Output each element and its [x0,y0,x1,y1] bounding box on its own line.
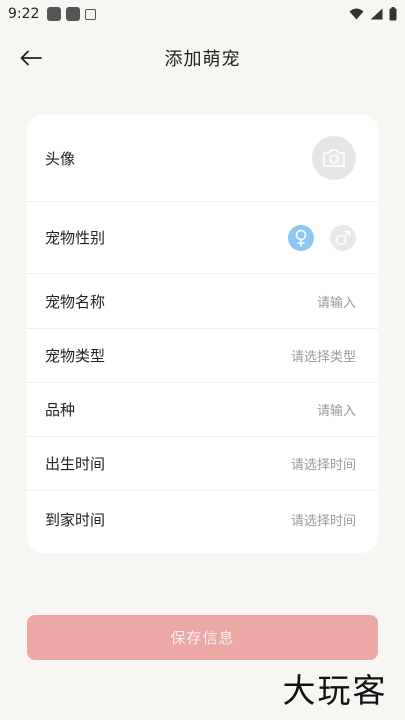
male-icon [335,230,351,245]
gender-label: 宠物性别 [45,229,106,247]
camera-icon [323,149,345,167]
avatar-upload-button[interactable] [312,136,356,180]
nav-bar: 添加萌宠 [0,30,405,86]
notification-icon [66,7,81,21]
birth-date-picker[interactable]: 请选择时间 [291,454,356,473]
save-button[interactable]: 保存信息 [27,615,378,660]
pet-form-card: 头像 宠物性别 宠物名称 请输入 宠物类型 请选择类型 品种 请输入 出生时间 … [27,115,378,553]
battery-icon [389,7,397,21]
status-time: 9:22 [8,6,40,22]
pet-type-row[interactable]: 宠物类型 请选择类型 [27,329,378,382]
pet-name-row[interactable]: 宠物名称 请输入 [27,274,378,328]
pet-name-input[interactable]: 请输入 [317,292,356,311]
notification-a-icon [85,8,97,20]
arrival-date-label: 到家时间 [45,510,106,529]
pet-type-select[interactable]: 请选择类型 [291,346,356,365]
pet-type-label: 宠物类型 [45,347,106,365]
breed-row[interactable]: 品种 请输入 [27,383,378,436]
notification-icon [47,7,62,21]
wifi-icon [349,8,364,20]
signal-icon [370,8,383,20]
watermark-logo: 大玩客 [282,671,388,710]
back-arrow-icon [20,50,42,66]
gender-row: 宠物性别 [27,202,378,273]
avatar-label: 头像 [45,149,76,168]
page-title: 添加萌宠 [164,49,241,70]
pet-name-label: 宠物名称 [45,292,106,311]
female-icon [295,229,307,247]
arrival-date-picker[interactable]: 请选择时间 [291,510,356,529]
gender-selector [288,224,356,251]
breed-label: 品种 [45,401,76,419]
breed-input[interactable]: 请输入 [317,400,356,419]
male-option[interactable] [330,224,356,251]
back-button[interactable] [14,44,48,72]
birth-date-row[interactable]: 出生时间 请选择时间 [27,437,378,490]
status-bar: 9:22 [0,0,405,28]
avatar-row[interactable]: 头像 [27,115,378,201]
birth-date-label: 出生时间 [45,455,106,473]
arrival-date-row[interactable]: 到家时间 请选择时间 [27,491,378,547]
female-option[interactable] [288,224,314,251]
status-indicators [349,7,397,21]
